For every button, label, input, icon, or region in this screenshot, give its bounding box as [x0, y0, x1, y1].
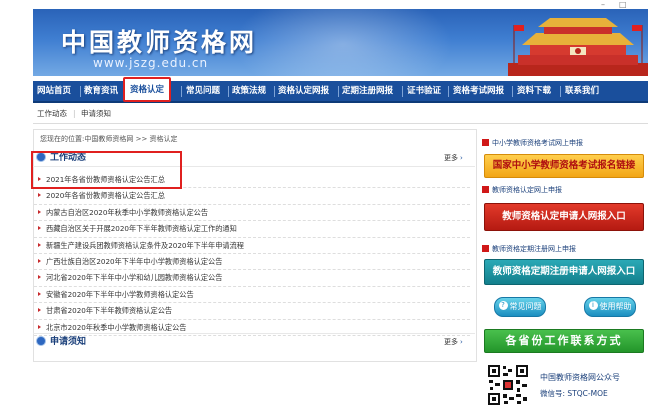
renewal-heading: 教师资格定期注册网上申报: [482, 243, 576, 255]
breadcrumb: 您现在的位置:中国教师资格网 >> 资格认定: [40, 135, 178, 143]
info-icon: i: [588, 301, 598, 310]
wechat-account-title: 中国教师资格网公众号: [540, 373, 620, 382]
faq-button[interactable]: ? 常见问题: [494, 297, 546, 317]
bullet-triangle-icon: [38, 291, 41, 296]
nav-home[interactable]: 网站首页: [37, 81, 71, 101]
more-arrow-icon: ›: [460, 338, 463, 346]
work-news-more-link[interactable]: 更多 ›: [444, 152, 463, 164]
news-item-title[interactable]: 安徽省2020年下半年中小学教师资格认定公告: [46, 290, 194, 299]
bullet-triangle-icon: [38, 226, 41, 231]
apply-notice-title: 申请须知: [50, 337, 87, 347]
faq-label: 常见问题: [509, 302, 542, 311]
bullet-triangle-icon: [38, 209, 41, 214]
sub-nav: 工作动态 | 申请须知: [33, 107, 648, 121]
section-bullet-icon: [36, 335, 46, 346]
more-arrow-icon: ›: [460, 154, 463, 162]
help-label: 使用帮助: [599, 302, 632, 311]
square-bullet-icon: [482, 138, 489, 146]
exam-registration-button[interactable]: 国家中小学教师资格考试报名链接: [484, 154, 644, 178]
news-item[interactable]: 广西壮族自治区2020年下半年中小学教师资格认定公告: [34, 254, 470, 271]
nav-separator: [274, 86, 275, 97]
news-item-title[interactable]: 内蒙古自治区2020年秋季中小学教师资格认定公告: [46, 208, 208, 217]
renewal-application-button[interactable]: 教师资格定期注册申请人网报入口: [484, 259, 644, 285]
nav-education-news[interactable]: 教育资讯: [84, 81, 118, 101]
nav-contact[interactable]: 联系我们: [565, 81, 599, 101]
subnav-work-news[interactable]: 工作动态: [37, 107, 67, 121]
news-item[interactable]: 河北省2020年下半年中小学和幼儿园教师资格认定公告: [34, 270, 470, 287]
bullet-triangle-icon: [38, 308, 41, 313]
nav-separator: [181, 86, 182, 97]
site-url: www.jszg.edu.cn: [93, 56, 209, 70]
nav-faq[interactable]: 常见问题: [186, 81, 220, 101]
more-label: 更多: [444, 154, 458, 162]
cert-application-button[interactable]: 教师资格认定申请人网报入口: [484, 203, 644, 231]
work-news-list: 2021年各省份教师资格认定公告汇总 2020年各省份教师资格认定公告汇总 内蒙…: [34, 172, 470, 336]
cert-heading: 教师资格认定网上申报: [482, 184, 562, 196]
subnav-apply-notice[interactable]: 申请须知: [81, 107, 111, 121]
nav-separator: [338, 86, 339, 97]
nav-exam-online[interactable]: 资格考试网报: [453, 81, 504, 101]
provincial-contacts-button[interactable]: 各省份工作联系方式: [484, 329, 644, 353]
news-item-title[interactable]: 北京市2020年秋季中小学教师资格认定公告: [46, 323, 186, 332]
news-item[interactable]: 新疆生产建设兵团教师资格认定条件及2020年下半年申请流程: [34, 238, 470, 254]
tiananmen-gate-icon: [508, 18, 648, 76]
wechat-account-id: 微信号: STQC-MOE: [540, 389, 608, 398]
news-item-title[interactable]: 甘肃省2020年下半年教师资格认定公告: [46, 306, 172, 315]
apply-notice-more-link[interactable]: 更多 ›: [444, 336, 463, 348]
minimize-icon[interactable]: –: [601, 0, 605, 9]
site-title: 中国教师资格网: [61, 28, 258, 57]
highlight-annotation: [31, 151, 182, 189]
exam-heading: 中小学教师资格考试网上申报: [482, 137, 583, 149]
divider: [33, 123, 648, 124]
site-banner: 中国教师资格网 www.jszg.edu.cn: [33, 9, 648, 76]
news-item[interactable]: 内蒙古自治区2020年秋季中小学教师资格认定公告: [34, 205, 470, 222]
square-bullet-icon: [482, 185, 489, 193]
nav-separator: [80, 86, 81, 97]
news-item-title[interactable]: 2020年各省份教师资格认定公告汇总: [46, 191, 165, 200]
exam-heading-text: 中小学教师资格考试网上申报: [492, 139, 583, 147]
nav-separator: [228, 86, 229, 97]
apply-notice-heading: 申请须知: [36, 335, 86, 349]
scrollbar[interactable]: [648, 9, 670, 412]
subnav-separator: |: [73, 109, 76, 118]
bullet-triangle-icon: [38, 242, 41, 247]
news-item[interactable]: 2020年各省份教师资格认定公告汇总: [34, 188, 470, 205]
bullet-triangle-icon: [38, 275, 41, 280]
news-item-title[interactable]: 河北省2020年下半年中小学和幼儿园教师资格认定公告: [46, 273, 222, 282]
more-label: 更多: [444, 338, 458, 346]
maximize-icon[interactable]: □: [619, 0, 627, 9]
nav-separator: [560, 86, 561, 97]
news-item-title[interactable]: 广西壮族自治区2020年下半年中小学教师资格认定公告: [46, 257, 222, 266]
nav-separator: [448, 86, 449, 97]
nav-policy[interactable]: 政策法规: [232, 81, 266, 101]
bullet-triangle-icon: [38, 324, 41, 329]
bullet-triangle-icon: [38, 258, 41, 263]
question-icon: ?: [498, 301, 508, 310]
nav-renewal-online[interactable]: 定期注册网报: [342, 81, 393, 101]
cert-heading-text: 教师资格认定网上申报: [492, 186, 562, 194]
banner-glow: [233, 9, 453, 76]
nav-cert-online[interactable]: 资格认定网报: [278, 81, 329, 101]
bullet-triangle-icon: [38, 193, 41, 198]
nav-downloads[interactable]: 资料下载: [517, 81, 551, 101]
nav-qualification-cert[interactable]: 资格认定: [123, 77, 172, 102]
news-item[interactable]: 甘肃省2020年下半年教师资格认定公告: [34, 303, 470, 320]
divider: [33, 333, 475, 334]
main-nav: 网站首页 教育资讯 资格认定 常见问题 政策法规 资格认定网报 定期注册网报 证…: [33, 77, 648, 103]
news-item-title[interactable]: 西藏自治区关于开展2020年下半年教师资格认定工作的通知: [46, 224, 237, 233]
nav-separator: [512, 86, 513, 97]
square-bullet-icon: [482, 244, 489, 252]
nav-cert-verify[interactable]: 证书验证: [407, 81, 441, 101]
help-button[interactable]: i 使用帮助: [584, 297, 636, 317]
window-titlebar: – □: [0, 0, 670, 9]
news-item[interactable]: 安徽省2020年下半年中小学教师资格认定公告: [34, 287, 470, 304]
qr-code-icon: [487, 364, 529, 406]
news-item-title[interactable]: 新疆生产建设兵团教师资格认定条件及2020年下半年申请流程: [46, 241, 244, 250]
news-item[interactable]: 西藏自治区关于开展2020年下半年教师资格认定工作的通知: [34, 221, 470, 238]
nav-separator: [402, 86, 403, 97]
renewal-heading-text: 教师资格定期注册网上申报: [492, 245, 576, 253]
